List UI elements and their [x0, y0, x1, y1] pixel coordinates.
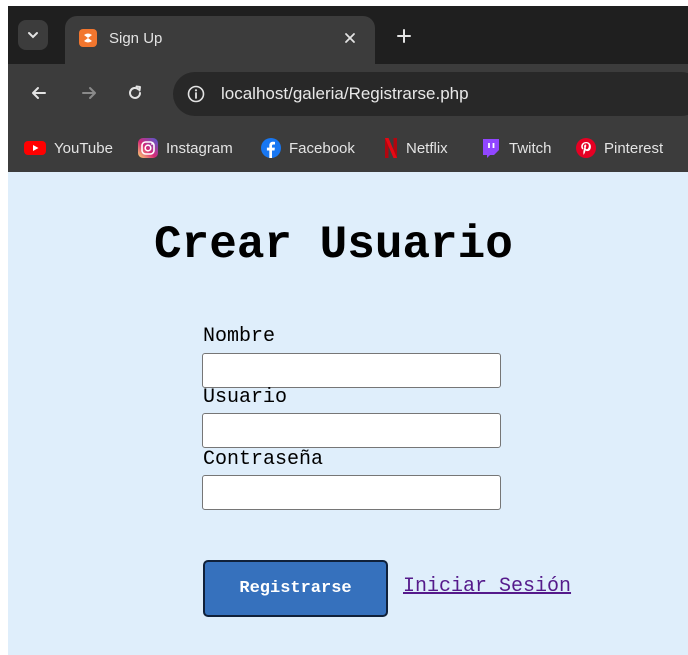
forward-button[interactable]: [75, 79, 103, 107]
bookmark-label: YouTube: [54, 139, 113, 157]
login-link[interactable]: Iniciar Sesión: [403, 575, 571, 598]
bookmark-pinterest[interactable]: Pinterest: [576, 137, 663, 159]
pinterest-icon: [576, 138, 596, 158]
facebook-icon: [261, 138, 281, 158]
plus-icon: [397, 29, 411, 43]
bookmark-label: Pinterest: [604, 139, 664, 157]
url-text: localhost/galeria/Registrarse.php: [221, 84, 469, 103]
xampp-icon: [79, 29, 97, 47]
username-label: Usuario: [203, 386, 288, 409]
tab-title: Sign Up: [109, 30, 163, 47]
new-tab-button[interactable]: [392, 24, 416, 48]
close-icon: [345, 33, 355, 43]
bookmark-label: Instagram: [166, 139, 233, 157]
info-icon: [187, 85, 205, 103]
browser-window: Sign Up localhost/galeria/Registrarse.ph…: [8, 6, 688, 655]
register-button[interactable]: Registrarse: [203, 560, 388, 617]
name-label: Nombre: [203, 325, 276, 348]
site-info-button[interactable]: [185, 83, 207, 105]
bookmark-twitch[interactable]: Twitch: [481, 137, 552, 159]
name-input[interactable]: [202, 353, 501, 388]
tab-strip: Sign Up: [8, 6, 688, 64]
twitch-icon: [483, 139, 499, 158]
instagram-icon: [138, 138, 158, 158]
address-bar[interactable]: localhost/galeria/Registrarse.php: [173, 72, 688, 116]
bookmark-netflix[interactable]: Netflix: [384, 137, 448, 159]
page-title: Crear Usuario: [154, 219, 513, 271]
bookmark-label: Facebook: [289, 139, 355, 157]
browser-toolbar: localhost/galeria/Registrarse.php: [8, 64, 688, 124]
tab-search-button[interactable]: [18, 20, 48, 50]
password-input[interactable]: [202, 475, 501, 510]
tab-sign-up[interactable]: Sign Up: [65, 16, 375, 64]
bookmark-label: Netflix: [406, 139, 448, 157]
password-label: Contraseña: [203, 448, 324, 471]
username-input[interactable]: [202, 413, 501, 448]
bookmark-instagram[interactable]: Instagram: [138, 137, 233, 159]
reload-button[interactable]: [121, 79, 149, 107]
close-tab-button[interactable]: [339, 27, 361, 49]
netflix-icon: [385, 138, 397, 158]
bookmark-label: Twitch: [509, 139, 552, 157]
page-content: Crear Usuario Nombre Usuario Contraseña …: [8, 172, 688, 655]
bookmark-facebook[interactable]: Facebook: [261, 137, 355, 159]
reload-icon: [129, 85, 141, 99]
bookmark-youtube[interactable]: YouTube: [24, 137, 113, 159]
arrow-left-icon: [32, 87, 46, 99]
chevron-down-icon: [28, 32, 38, 39]
bookmarks-bar: YouTube Instagram Facebook Netflix Twitc…: [8, 124, 688, 172]
youtube-icon: [24, 141, 46, 155]
arrow-right-icon: [82, 87, 96, 99]
back-button[interactable]: [25, 79, 53, 107]
